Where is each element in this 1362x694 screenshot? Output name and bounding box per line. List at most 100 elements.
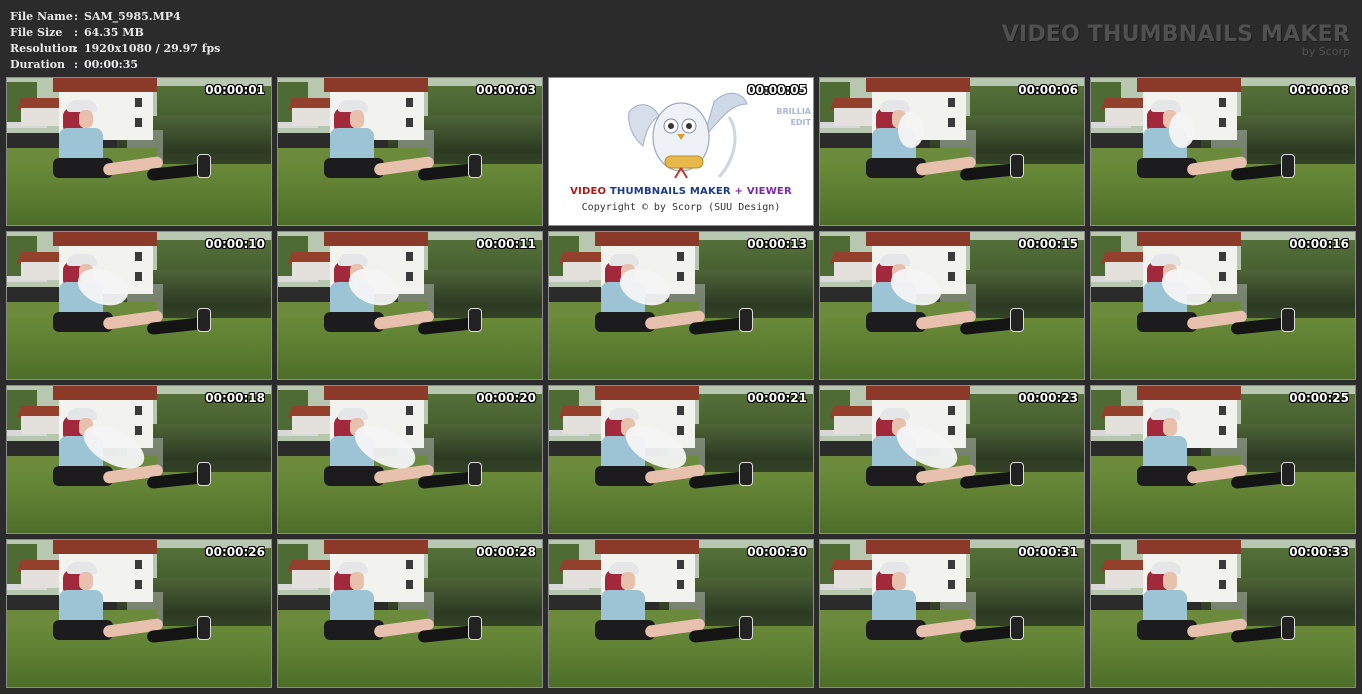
timestamp-label: 00:00:21 bbox=[747, 391, 807, 405]
timestamp-label: 00:00:23 bbox=[1018, 391, 1078, 405]
timestamp-label: 00:00:26 bbox=[205, 545, 265, 559]
video-frame bbox=[278, 232, 542, 379]
roof bbox=[53, 540, 157, 554]
logo-title-viewer: VIEWER bbox=[746, 186, 792, 197]
app-logo-card: BRILLIA EDIT VIDEO THUMBNAILS MAKER + VI… bbox=[549, 78, 813, 225]
timestamp-label: 00:00:20 bbox=[476, 391, 536, 405]
video-frame bbox=[278, 78, 542, 225]
shoe bbox=[197, 462, 211, 486]
video-thumbnail[interactable]: 00:00:13 bbox=[548, 231, 814, 380]
shoe bbox=[739, 616, 753, 640]
timestamp-label: 00:00:05 bbox=[747, 83, 807, 97]
owl-logo-icon bbox=[628, 92, 748, 179]
person bbox=[589, 254, 769, 354]
video-frame bbox=[820, 540, 1084, 687]
timestamp-label: 00:00:16 bbox=[1289, 237, 1349, 251]
timestamp-label: 00:00:28 bbox=[476, 545, 536, 559]
logo-copyright: Copyright © by Scorp (SUU Design) bbox=[581, 202, 781, 213]
shoe bbox=[1010, 154, 1024, 178]
video-thumbnail[interactable]: 00:00:03 bbox=[277, 77, 543, 226]
roof bbox=[324, 78, 428, 92]
person bbox=[1131, 100, 1311, 200]
face bbox=[621, 572, 635, 590]
video-thumbnail[interactable]: 00:00:10 bbox=[6, 231, 272, 380]
timestamp-label: 00:00:03 bbox=[476, 83, 536, 97]
video-thumbnail[interactable]: 00:00:33 bbox=[1090, 539, 1356, 688]
video-thumbnail[interactable]: 00:00:21 bbox=[548, 385, 814, 534]
video-frame bbox=[1091, 78, 1355, 225]
video-frame bbox=[549, 386, 813, 533]
shirt bbox=[872, 590, 916, 624]
timestamp-label: 00:00:06 bbox=[1018, 83, 1078, 97]
shoe bbox=[739, 308, 753, 332]
video-frame bbox=[549, 540, 813, 687]
person bbox=[318, 100, 498, 200]
roof bbox=[53, 78, 157, 92]
thumbnail-grid: 00:00:01 00:00:03 BRILLIA EDIT VIDEO THU… bbox=[0, 0, 1362, 694]
shirt bbox=[59, 128, 103, 162]
video-frame bbox=[278, 540, 542, 687]
video-thumbnail[interactable]: 00:00:06 bbox=[819, 77, 1085, 226]
shoe bbox=[1010, 308, 1024, 332]
roof bbox=[866, 540, 970, 554]
video-thumbnail[interactable]: BRILLIA EDIT VIDEO THUMBNAILS MAKER + VI… bbox=[548, 77, 814, 226]
edit-line: EDIT bbox=[790, 118, 811, 127]
video-frame bbox=[7, 540, 271, 687]
face bbox=[892, 572, 906, 590]
roof bbox=[1137, 386, 1241, 400]
video-thumbnail[interactable]: 00:00:26 bbox=[6, 539, 272, 688]
balloon bbox=[1169, 112, 1195, 148]
roof bbox=[53, 386, 157, 400]
person bbox=[860, 562, 1040, 662]
shoe bbox=[1010, 616, 1024, 640]
roof bbox=[595, 232, 699, 246]
video-thumbnail[interactable]: 00:00:11 bbox=[277, 231, 543, 380]
shirt bbox=[1143, 590, 1187, 624]
person bbox=[1131, 408, 1311, 508]
roof bbox=[866, 386, 970, 400]
shoe bbox=[1281, 616, 1295, 640]
person bbox=[589, 562, 769, 662]
roof bbox=[866, 78, 970, 92]
video-thumbnail[interactable]: 00:00:08 bbox=[1090, 77, 1356, 226]
logo-title-thumbs: THUMBNAILS MAKER bbox=[609, 186, 731, 197]
timestamp-label: 00:00:31 bbox=[1018, 545, 1078, 559]
timestamp-label: 00:00:11 bbox=[476, 237, 536, 251]
roof bbox=[595, 540, 699, 554]
roof bbox=[324, 232, 428, 246]
video-thumbnail[interactable]: 00:00:15 bbox=[819, 231, 1085, 380]
person bbox=[1131, 562, 1311, 662]
video-frame bbox=[1091, 540, 1355, 687]
logo-title: VIDEO THUMBNAILS MAKER + VIEWER bbox=[549, 186, 813, 197]
shirt bbox=[330, 128, 374, 162]
video-thumbnail[interactable]: 00:00:23 bbox=[819, 385, 1085, 534]
shoe bbox=[1281, 154, 1295, 178]
shirt bbox=[330, 590, 374, 624]
video-frame bbox=[1091, 386, 1355, 533]
timestamp-label: 00:00:08 bbox=[1289, 83, 1349, 97]
video-thumbnail[interactable]: 00:00:18 bbox=[6, 385, 272, 534]
timestamp-label: 00:00:15 bbox=[1018, 237, 1078, 251]
roof bbox=[1137, 78, 1241, 92]
video-thumbnail[interactable]: 00:00:01 bbox=[6, 77, 272, 226]
roof bbox=[324, 540, 428, 554]
video-thumbnail[interactable]: 00:00:20 bbox=[277, 385, 543, 534]
video-thumbnail[interactable]: 00:00:28 bbox=[277, 539, 543, 688]
logo-title-plus: + bbox=[734, 186, 744, 197]
video-thumbnail[interactable]: 00:00:16 bbox=[1090, 231, 1356, 380]
video-thumbnail[interactable]: 00:00:25 bbox=[1090, 385, 1356, 534]
person bbox=[860, 254, 1040, 354]
video-thumbnail[interactable]: 00:00:30 bbox=[548, 539, 814, 688]
video-thumbnail[interactable]: 00:00:31 bbox=[819, 539, 1085, 688]
video-frame bbox=[7, 78, 271, 225]
shoe bbox=[197, 616, 211, 640]
shoe bbox=[1281, 308, 1295, 332]
person bbox=[318, 562, 498, 662]
timestamp-label: 00:00:33 bbox=[1289, 545, 1349, 559]
face bbox=[1163, 572, 1177, 590]
person bbox=[318, 254, 498, 354]
roof bbox=[324, 386, 428, 400]
shoe bbox=[468, 308, 482, 332]
timestamp-label: 00:00:25 bbox=[1289, 391, 1349, 405]
shoe bbox=[1010, 462, 1024, 486]
